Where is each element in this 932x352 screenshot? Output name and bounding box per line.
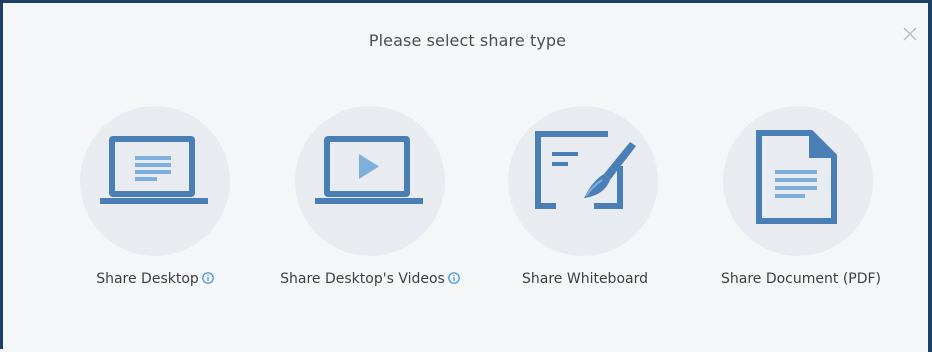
share-desktop-videos-label[interactable]: Share Desktop's Videos — [260, 271, 480, 287]
share-type-dialog: Please select share type Share Desktop S… — [0, 0, 932, 352]
share-document-circle[interactable] — [723, 106, 873, 256]
dialog-title: Please select share type — [368, 31, 567, 50]
document-icon — [756, 130, 837, 224]
share-desktop-option[interactable]: Share Desktop — [45, 106, 265, 306]
share-desktop-videos-circle[interactable] — [295, 106, 445, 256]
whiteboard-brush-icon — [535, 131, 636, 209]
share-whiteboard-circle[interactable] — [508, 106, 658, 256]
info-icon[interactable] — [201, 272, 214, 284]
dialog-border — [928, 3, 932, 352]
share-whiteboard-label[interactable]: Share Whiteboard — [475, 271, 695, 287]
share-desktop-videos-option[interactable]: Share Desktop's Videos — [260, 106, 480, 306]
share-desktop-label[interactable]: Share Desktop — [45, 271, 265, 287]
share-document-option[interactable]: Share Document (PDF) — [691, 106, 911, 306]
laptop-screen-icon — [100, 136, 208, 204]
laptop-video-icon — [315, 136, 423, 204]
share-document-label[interactable]: Share Document (PDF) — [691, 271, 911, 287]
info-icon[interactable] — [448, 272, 460, 284]
close-icon[interactable] — [901, 25, 919, 43]
share-desktop-circle[interactable] — [80, 106, 230, 256]
share-whiteboard-option[interactable]: Share Whiteboard — [475, 106, 695, 306]
